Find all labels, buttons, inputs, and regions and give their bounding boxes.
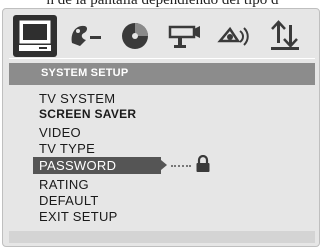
lock-icon bbox=[196, 155, 210, 172]
category-toolbar bbox=[9, 15, 315, 57]
menu-item-rating[interactable]: RATING bbox=[39, 177, 89, 192]
speaker-icon bbox=[217, 26, 249, 46]
preference-icon bbox=[271, 20, 299, 50]
connector-dots bbox=[171, 165, 191, 167]
tab-system-setup[interactable] bbox=[13, 15, 57, 57]
setup-menu-panel: SYSTEM SETUP TV SYSTEM SCREEN SAVER VIDE… bbox=[2, 8, 320, 247]
tab-preference-setup[interactable] bbox=[263, 15, 307, 57]
menu-item-screen-saver[interactable]: SCREEN SAVER bbox=[39, 107, 136, 122]
section-title: SYSTEM SETUP bbox=[41, 67, 129, 79]
video-icon bbox=[168, 25, 200, 48]
toolbar-divider bbox=[9, 58, 315, 59]
tab-language-setup[interactable] bbox=[63, 15, 107, 57]
tab-audio-setup[interactable] bbox=[113, 15, 157, 57]
menu-item-tv-type[interactable]: TV TYPE bbox=[39, 141, 95, 156]
system-monitor-icon bbox=[19, 20, 51, 51]
menu-item-default[interactable]: DEFAULT bbox=[39, 193, 99, 208]
audio-disc-icon bbox=[122, 23, 148, 49]
tab-speaker-setup[interactable] bbox=[213, 15, 257, 57]
selection-arrow-icon bbox=[161, 160, 167, 170]
tab-video-setup[interactable] bbox=[163, 15, 207, 57]
menu-item-tv-system[interactable]: TV SYSTEM bbox=[39, 91, 115, 106]
menu-item-exit-setup[interactable]: EXIT SETUP bbox=[39, 209, 118, 224]
menu-item-password[interactable]: PASSWORD bbox=[33, 157, 161, 174]
language-icon bbox=[71, 25, 101, 46]
footer-band bbox=[9, 231, 315, 243]
section-header: SYSTEM SETUP bbox=[9, 63, 315, 85]
menu-item-video[interactable]: VIDEO bbox=[39, 125, 81, 140]
